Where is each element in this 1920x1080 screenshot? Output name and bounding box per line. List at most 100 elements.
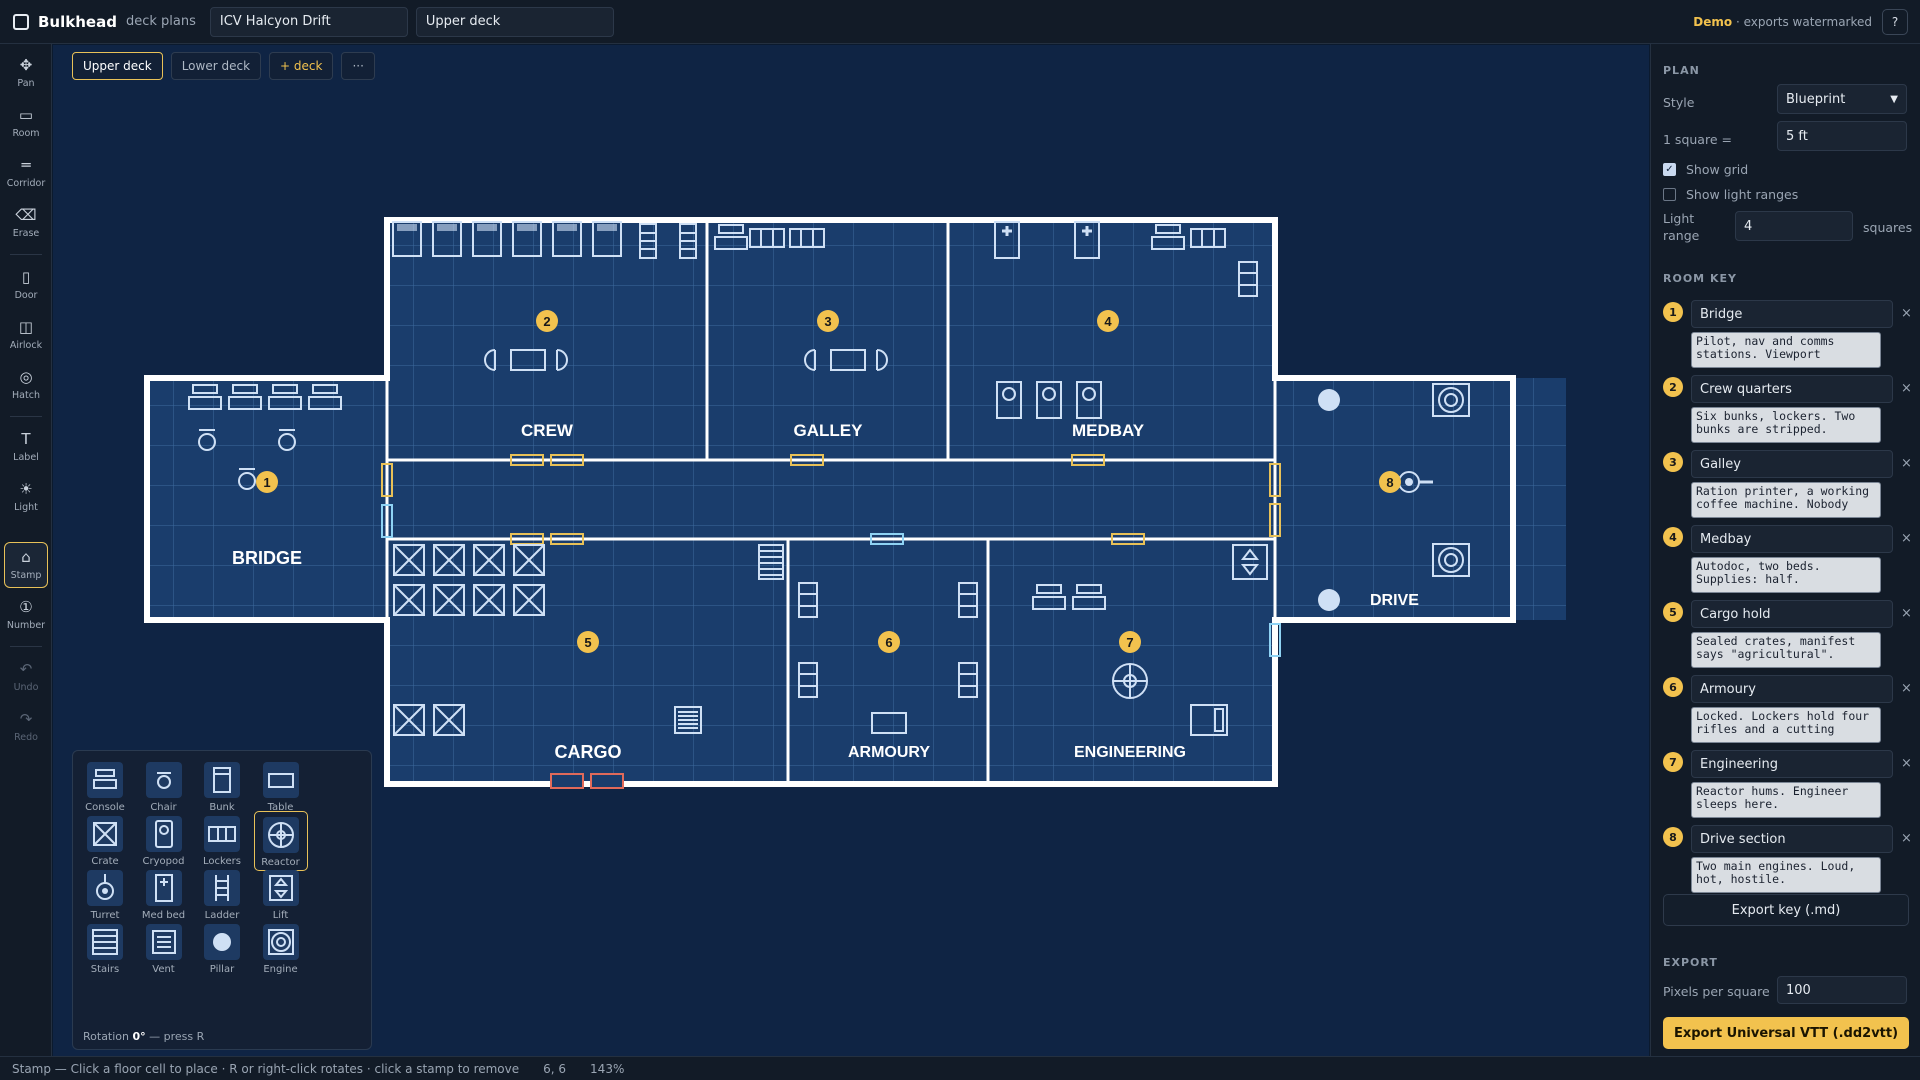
stamp-console[interactable]: Console — [78, 757, 132, 817]
remove-room-button[interactable]: × — [1901, 306, 1912, 321]
med-bed-icon — [145, 870, 182, 906]
room-key-notes-textarea[interactable]: Locked. Lockers hold four rifles and a c… — [1691, 707, 1881, 743]
tool-hatch[interactable]: ◎ Hatch — [4, 362, 48, 408]
room-label-armoury[interactable]: ARMOURY — [848, 744, 930, 761]
room-key-entry: 1 Bridge × Pilot, nav and comms stations. V… — [1663, 300, 1913, 372]
lockers-icon — [204, 816, 240, 852]
tool-pan[interactable]: ✥ Pan — [4, 50, 48, 96]
style-value: Blueprint — [1786, 91, 1846, 107]
tool-light[interactable]: ☀ Light — [4, 474, 48, 520]
stamp-crate[interactable]: Crate — [78, 811, 132, 871]
stamp-med-bed[interactable]: Med bed — [137, 865, 191, 925]
stamp-table[interactable]: Table — [254, 757, 308, 817]
room-key-notes-textarea[interactable]: Six bunks, lockers. Two bunks are stripp… — [1691, 407, 1881, 443]
room-key-name-input[interactable]: Armoury — [1691, 675, 1893, 703]
tool-erase[interactable]: ⌫ Erase — [4, 200, 48, 246]
room-key-notes-textarea[interactable]: Two main engines. Loud, hot, hostile. — [1691, 857, 1881, 893]
lift-icon — [262, 870, 299, 906]
rotation-prefix: Rotation — [83, 1030, 133, 1043]
stamp-vent[interactable]: Vent — [137, 919, 191, 979]
remove-room-button[interactable]: × — [1901, 456, 1912, 471]
stamp-turret[interactable]: Turret — [78, 865, 132, 925]
deck-menu-button[interactable]: ··· — [341, 52, 375, 80]
room-label-galley[interactable]: GALLEY — [794, 421, 864, 440]
room-key-name-input[interactable]: Engineering — [1691, 750, 1893, 778]
checkbox-icon[interactable] — [1663, 188, 1676, 201]
light-icon: ☀ — [19, 480, 33, 498]
remove-room-button[interactable]: × — [1901, 831, 1912, 846]
square-size-input[interactable]: 5 ft — [1777, 121, 1907, 151]
stamp-cryopod[interactable]: Cryopod — [137, 811, 191, 871]
light-range-input[interactable]: 4 — [1735, 211, 1853, 241]
room-key-name-input[interactable]: Galley — [1691, 450, 1893, 478]
room-label-cargo[interactable]: CARGO — [555, 742, 622, 762]
room-label-crew[interactable]: CREW — [521, 421, 574, 440]
stamp-pillar[interactable] — [1318, 389, 1340, 411]
plan-section-title: PLAN — [1663, 64, 1700, 77]
deck-name-input[interactable]: Upper deck — [415, 6, 614, 37]
tool-airlock[interactable]: ◫ Airlock — [4, 312, 48, 358]
room-key-notes-textarea[interactable]: Autodoc, two beds. Supplies: half. — [1691, 557, 1881, 593]
tool-label-text[interactable]: T Label — [4, 424, 48, 470]
room-key-name-input[interactable]: Medbay — [1691, 525, 1893, 553]
remove-room-button[interactable]: × — [1901, 681, 1912, 696]
room-key-number: 8 — [1663, 827, 1683, 847]
room-key-notes-textarea[interactable]: Ration printer, a working coffee machine… — [1691, 482, 1881, 518]
undo-button[interactable]: ↶ Undo — [4, 654, 48, 700]
tool-stamp[interactable]: ⌂ Stamp — [4, 542, 48, 588]
hatch[interactable] — [550, 773, 584, 789]
tool-door[interactable]: ▯ Door — [4, 262, 48, 308]
redo-button[interactable]: ↷ Redo — [4, 704, 48, 750]
tool-number[interactable]: ① Number — [4, 592, 48, 638]
show-grid-toggle[interactable]: ✓ Show grid — [1663, 162, 1748, 177]
remove-room-button[interactable]: × — [1901, 756, 1912, 771]
stamp-reactor[interactable]: Reactor — [253, 811, 308, 871]
stamp-pillar[interactable] — [1318, 589, 1340, 611]
room-key-name-input[interactable]: Crew quarters — [1691, 375, 1893, 403]
stamp-lockers[interactable]: Lockers — [195, 811, 249, 871]
room-key-entry: 3 Galley × Ration printer, a working coffee… — [1663, 450, 1913, 522]
stamp-ladder[interactable]: Ladder — [195, 865, 249, 925]
room-key-name-input[interactable]: Bridge — [1691, 300, 1893, 328]
room-key-notes-textarea[interactable]: Sealed crates, manifest says "agricultur… — [1691, 632, 1881, 668]
export-key-button[interactable]: Export key (.md) — [1663, 894, 1909, 926]
pixels-per-square-input[interactable]: 100 — [1777, 976, 1907, 1004]
style-select[interactable]: Blueprint ▼ — [1777, 84, 1907, 114]
help-button[interactable]: ? — [1882, 8, 1908, 35]
room-key-notes-textarea[interactable]: Reactor hums. Engineer sleeps here. — [1691, 782, 1881, 818]
tool-rail: ✥ Pan ▭ Room ═ Corridor ⌫ Erase ▯ Door ◫ Airlo… — [0, 44, 52, 1056]
ship-name-input[interactable]: ICV Halcyon Drift — [209, 6, 408, 37]
pillar-icon — [204, 924, 240, 960]
stamp-reactor[interactable] — [1112, 663, 1148, 699]
show-light-toggle[interactable]: Show light ranges — [1663, 187, 1798, 202]
properties-panel: PLAN Style Blueprint ▼ 1 square = 5 ft ✓ S… — [1650, 44, 1920, 1056]
remove-room-button[interactable]: × — [1901, 531, 1912, 546]
stamp-chair[interactable]: Chair — [137, 757, 191, 817]
room-label-bridge[interactable]: BRIDGE — [232, 548, 302, 568]
room-key-entry: 7 Engineering × Reactor hums. Engineer slee… — [1663, 750, 1913, 822]
export-vtt-button[interactable]: Export Universal VTT (.dd2vtt) — [1663, 1017, 1909, 1049]
tool-corridor[interactable]: ═ Corridor — [4, 150, 48, 196]
stamp-lift[interactable]: Lift — [254, 865, 308, 925]
room-key-notes-textarea[interactable]: Pilot, nav and comms stations. Viewport — [1691, 332, 1881, 368]
tool-room[interactable]: ▭ Room — [4, 100, 48, 146]
room-label-drive[interactable]: DRIVE — [1370, 592, 1419, 609]
stamp-stairs[interactable]: Stairs — [78, 919, 132, 979]
room-label-medbay[interactable]: MEDBAY — [1072, 421, 1145, 440]
top-bar: Bulkhead deck plans ICV Halcyon Drift Up… — [0, 0, 1920, 44]
tab-upper-deck[interactable]: Upper deck — [72, 52, 163, 80]
remove-room-button[interactable]: × — [1901, 606, 1912, 621]
stamp-bunk[interactable]: Bunk — [195, 757, 249, 817]
room-key-entry: 5 Cargo hold × Sealed crates, manifest says… — [1663, 600, 1913, 672]
room-label-engineering[interactable]: ENGINEERING — [1074, 744, 1186, 761]
tab-lower-deck[interactable]: Lower deck — [170, 52, 262, 80]
hatch[interactable] — [590, 773, 624, 789]
table-icon — [262, 762, 299, 798]
checkbox-checked-icon[interactable]: ✓ — [1663, 163, 1676, 176]
stamp-pillar[interactable]: Pillar — [195, 919, 249, 979]
room-key-name-input[interactable]: Drive section — [1691, 825, 1893, 853]
stamp-engine[interactable]: Engine — [254, 919, 308, 979]
remove-room-button[interactable]: × — [1901, 381, 1912, 396]
add-deck-button[interactable]: + deck — [269, 52, 334, 80]
room-key-name-input[interactable]: Cargo hold — [1691, 600, 1893, 628]
